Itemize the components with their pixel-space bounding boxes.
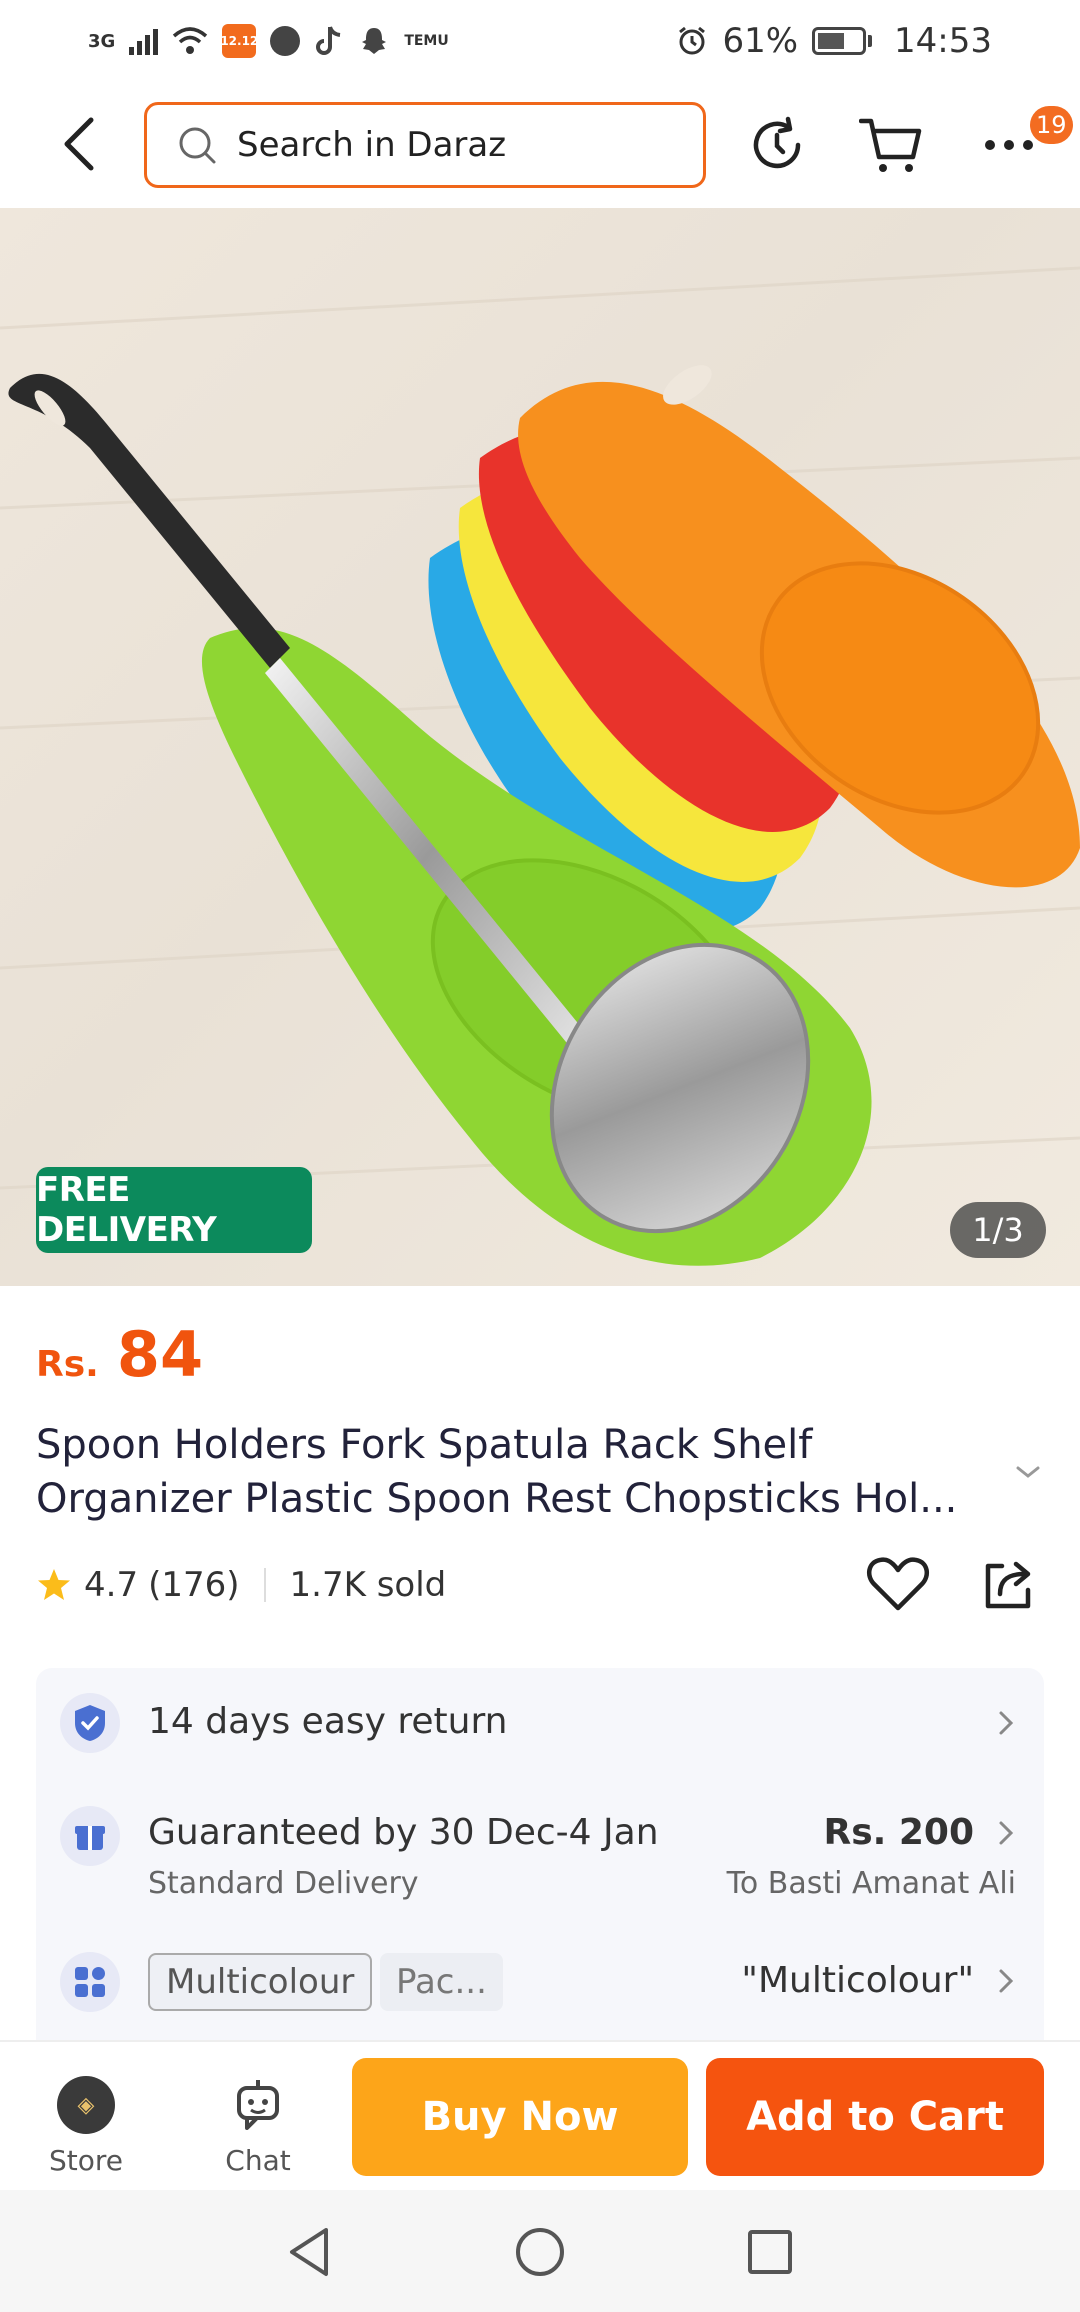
variant-row[interactable]: Multicolour Pac... "Multicolour" — [36, 1930, 1044, 2040]
chevron-left-icon — [64, 117, 94, 171]
gift-box-icon — [60, 1806, 120, 1866]
review-count: (176) — [148, 1565, 240, 1605]
back-button[interactable] — [48, 112, 108, 176]
clock: 14:53 — [894, 21, 992, 61]
share-icon[interactable] — [976, 1552, 1040, 1616]
status-right: 61% 14:53 — [676, 21, 992, 61]
delivery-fee: Rs. 200 — [823, 1812, 974, 1853]
top-header: Search in Daraz 19 — [0, 82, 1080, 208]
search-icon — [179, 127, 216, 164]
star-icon — [38, 1569, 70, 1600]
price-value: 84 — [116, 1318, 204, 1391]
chat-label: Chat — [225, 2144, 291, 2177]
nav-home-icon[interactable] — [508, 2220, 572, 2284]
delivery-guarantee: Guaranteed by 30 Dec-4 Jan — [148, 1812, 659, 1853]
snapchat-icon — [362, 28, 387, 54]
product-photo — [0, 266, 1080, 1266]
cart-icon — [859, 118, 922, 172]
network-type: 3G — [88, 30, 116, 52]
alarm-icon — [679, 26, 706, 55]
chevron-right-icon — [999, 1821, 1014, 1845]
variant-chip-multicolour[interactable]: Multicolour — [148, 1953, 373, 2011]
delivery-row[interactable]: Guaranteed by 30 Dec-4 Jan Standard Deli… — [36, 1788, 1044, 1908]
return-text: 14 days easy return — [148, 1701, 508, 1742]
chevron-right-icon — [999, 1711, 1014, 1735]
notification-badge: 19 — [1030, 106, 1073, 144]
search-placeholder: Search in Daraz — [237, 125, 507, 165]
nav-recents-icon[interactable] — [738, 2220, 802, 2284]
system-nav-bar — [0, 2190, 1080, 2312]
chat-button[interactable]: Chat — [198, 2076, 318, 2177]
store-button[interactable]: ◈ Store — [26, 2076, 146, 2177]
product-price: Rs. 84 — [36, 1318, 203, 1391]
rating-value: 4.7 — [84, 1565, 139, 1605]
cart-button[interactable] — [856, 110, 926, 180]
store-logo-icon: ◈ — [57, 2076, 115, 2134]
shield-icon — [60, 1693, 120, 1753]
tiktok-icon — [316, 26, 341, 55]
delivery-location: To Basti Amanat Ali — [726, 1866, 1016, 1901]
store-label: Store — [48, 2144, 123, 2177]
history-icon — [753, 116, 801, 169]
chevron-right-icon — [999, 1969, 1014, 1993]
product-title[interactable]: Spoon Holders Fork Spatula Rack Shelf Or… — [36, 1418, 996, 1526]
message-icon — [270, 26, 301, 56]
search-input[interactable]: Search in Daraz — [144, 102, 706, 188]
variants-icon — [60, 1952, 120, 2012]
bottom-action-bar: ◈ Store Chat Buy Now Add to Cart — [0, 2040, 1080, 2190]
daraz-app-icon: 12.12 — [220, 24, 258, 58]
service-info-card: 14 days easy return Guaranteed by 30 Dec… — [36, 1668, 1044, 2048]
rating-row[interactable]: 4.7 (176) 1.7K sold — [36, 1560, 446, 1610]
status-left: 3G 12.12 TEMU — [88, 24, 449, 58]
nav-back-icon[interactable] — [278, 2220, 342, 2284]
add-to-cart-button[interactable]: Add to Cart — [706, 2058, 1044, 2176]
free-delivery-badge: FREE DELIVERY — [36, 1167, 312, 1253]
heart-icon[interactable] — [866, 1552, 930, 1616]
return-policy-row[interactable]: 14 days easy return — [36, 1668, 1044, 1778]
divider — [263, 1568, 266, 1602]
selected-variant: "Multicolour" — [741, 1960, 974, 2001]
image-counter: 1/3 — [950, 1202, 1046, 1258]
more-dots-icon — [985, 140, 1033, 150]
product-image-carousel[interactable]: FREE DELIVERY 1/3 — [0, 208, 1080, 1286]
chevron-down-icon[interactable] — [1012, 1460, 1044, 1484]
delivery-type: Standard Delivery — [148, 1866, 419, 1901]
history-button[interactable] — [742, 110, 812, 180]
price-currency: Rs. — [36, 1344, 99, 1385]
chat-bot-icon — [237, 2080, 279, 2130]
variant-chip-pack[interactable]: Pac... — [380, 1953, 503, 2011]
signal-icon — [129, 27, 159, 55]
temu-icon: TEMU — [404, 33, 449, 49]
wifi-icon — [173, 27, 208, 54]
sold-count: 1.7K sold — [289, 1565, 447, 1605]
buy-now-button[interactable]: Buy Now — [352, 2058, 688, 2176]
battery-percent: 61% — [722, 21, 799, 61]
status-bar: 3G 12.12 TEMU 61% 14:53 — [0, 0, 1080, 82]
battery-icon — [812, 27, 873, 55]
